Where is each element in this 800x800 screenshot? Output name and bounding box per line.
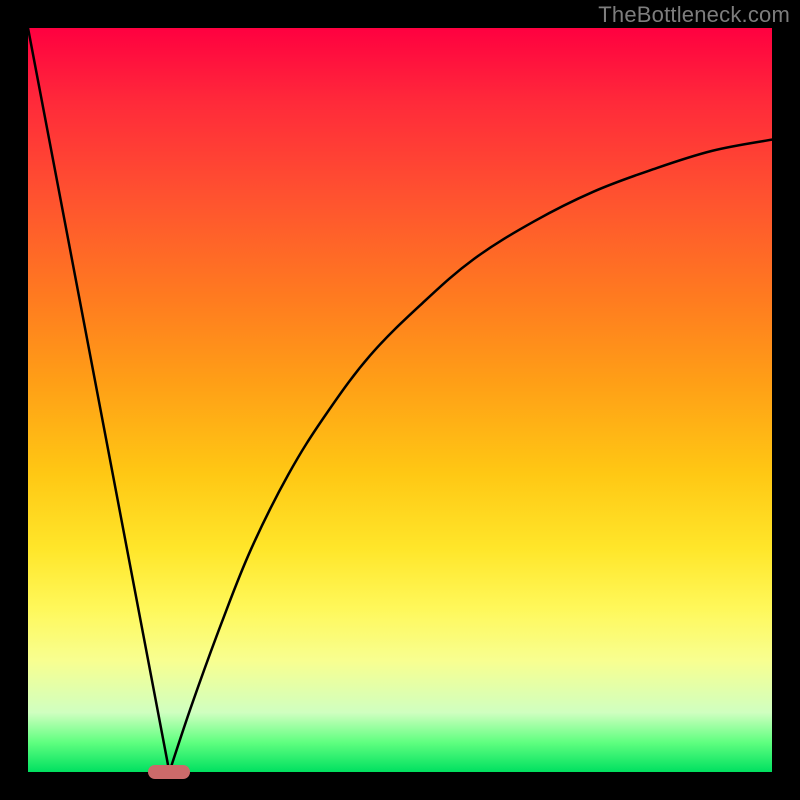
chart-frame: TheBottleneck.com	[0, 0, 800, 800]
watermark-text: TheBottleneck.com	[598, 2, 790, 28]
curve-path	[28, 28, 772, 772]
plot-area	[28, 28, 772, 772]
optimum-marker	[148, 765, 190, 779]
bottleneck-curve	[28, 28, 772, 772]
